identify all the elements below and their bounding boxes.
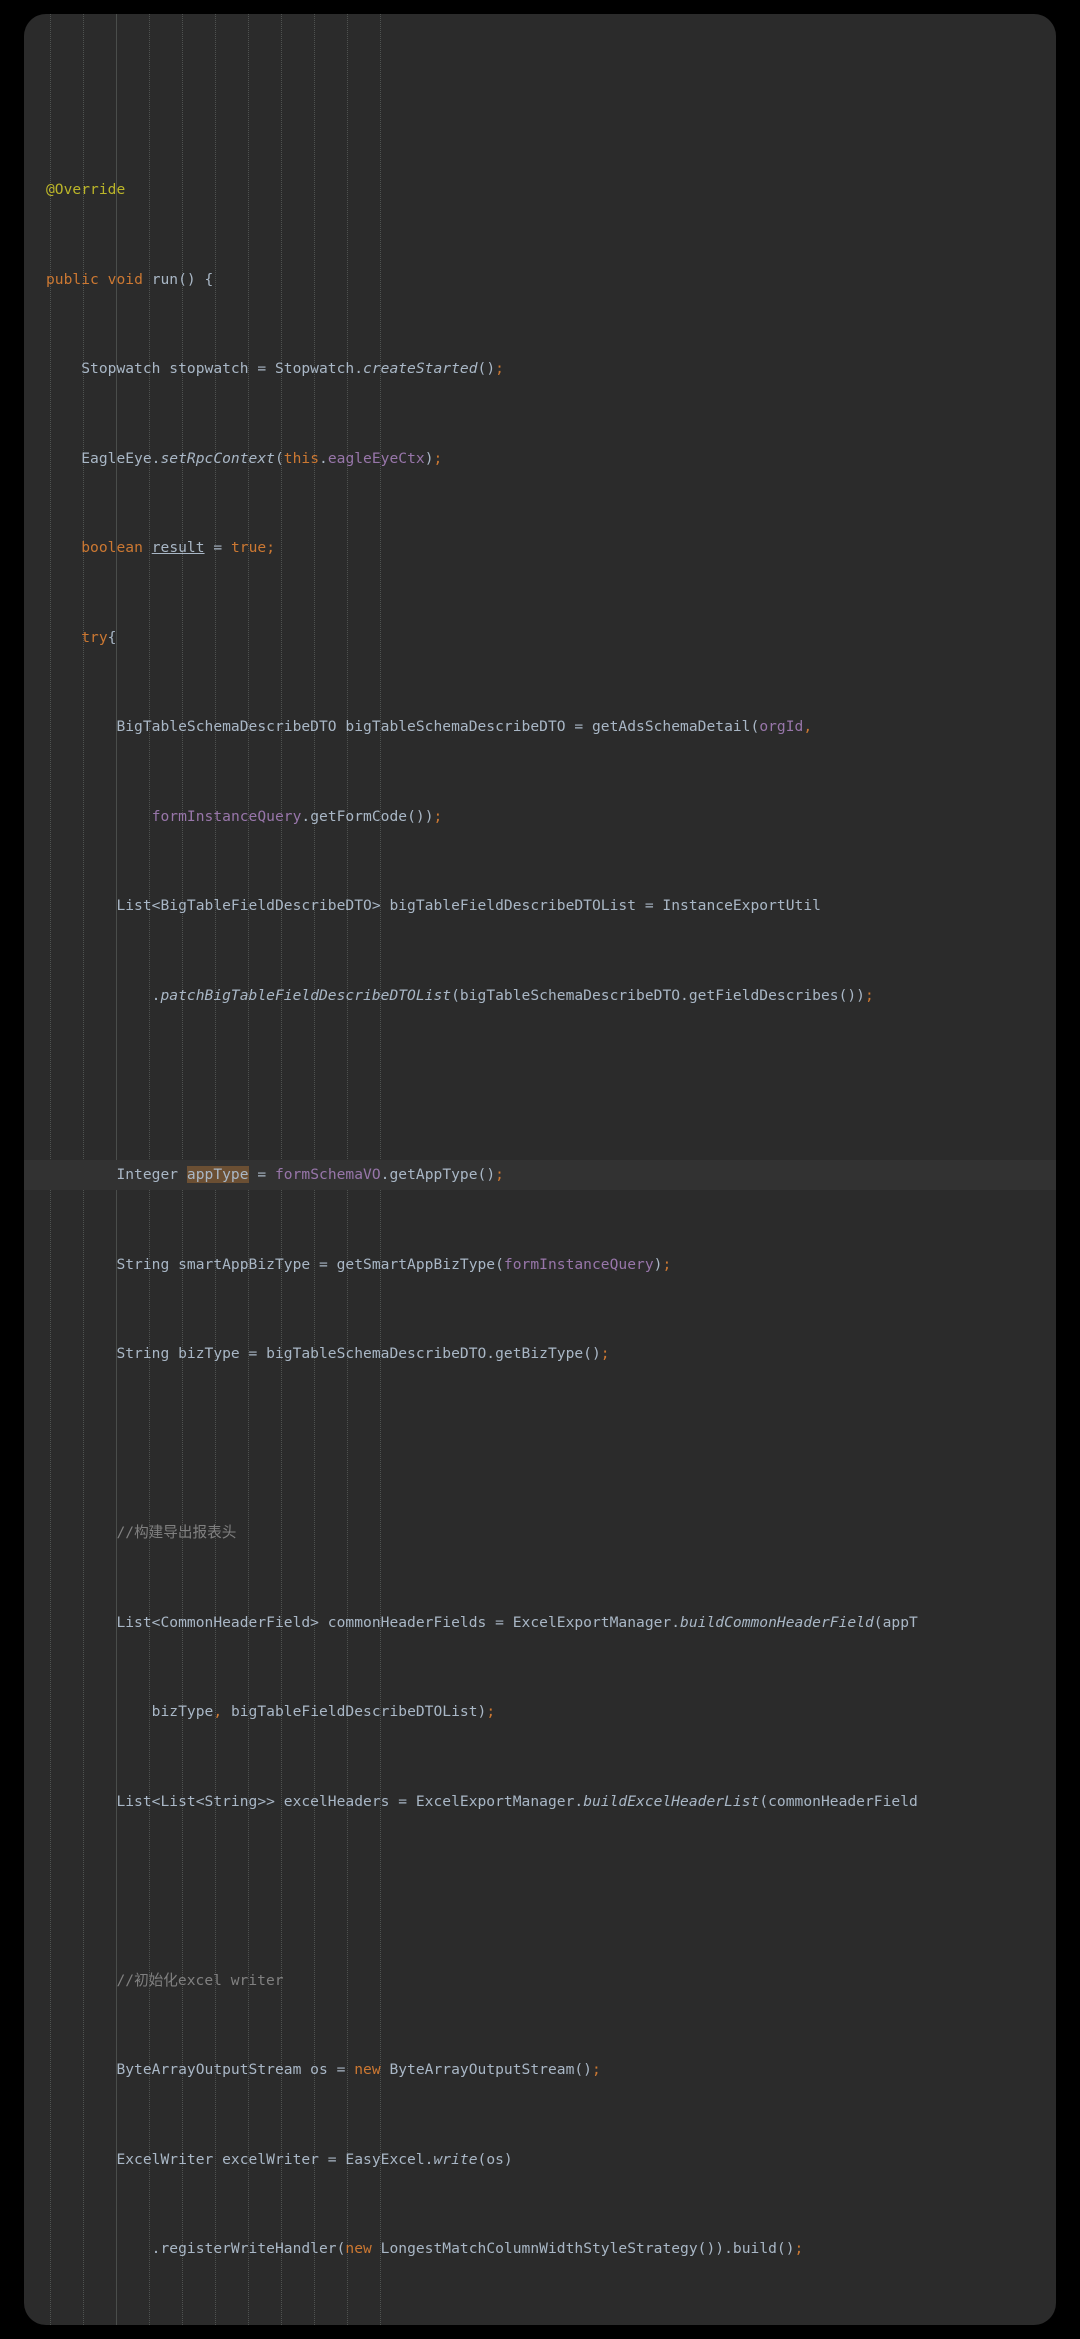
code-line: ExcelWriter excelWriter = EasyExcel.writ…: [46, 2150, 513, 2168]
code-line-current: Integer appType = formSchemaVO.getAppTyp…: [24, 1160, 1056, 1190]
code-line: String smartAppBizType = getSmartAppBizT…: [46, 1255, 672, 1273]
code-line: BigTableSchemaDescribeDTO bigTableSchema…: [46, 718, 813, 736]
code-line: bizType, bigTableFieldDescribeDTOList);: [46, 1703, 496, 1721]
code-line: List<BigTableFieldDescribeDTO> bigTableF…: [46, 897, 821, 915]
code-line: List<List<String>> excelHeaders = ExcelE…: [46, 1792, 918, 1810]
code-content[interactable]: @Override public void run() { Stopwatch …: [24, 14, 1056, 2325]
code-line: .registerWriteHandler(new LongestMatchCo…: [46, 2240, 804, 2258]
code-line: //初始化excel writer: [116, 1971, 284, 1989]
code-line: boolean result = true;: [81, 539, 276, 557]
code-editor-window: @Override public void run() { Stopwatch …: [24, 14, 1056, 2325]
code-line: WriteSheet writeSheet = EasyExcel.writer…: [24, 2324, 1056, 2325]
code-line: formInstanceQuery.getFormCode());: [151, 807, 443, 825]
code-line: String bizType = bigTableSchemaDescribeD…: [46, 1345, 610, 1363]
code-line: @Override: [46, 181, 126, 199]
code-line: ByteArrayOutputStream os = new ByteArray…: [46, 2061, 601, 2079]
code-line: try{: [81, 628, 117, 646]
code-line: Stopwatch stopwatch = Stopwatch.createSt…: [46, 360, 504, 378]
code-line: //构建导出报表头: [116, 1524, 237, 1542]
code-line: public void run() {: [46, 270, 214, 288]
code-line: EagleEye.setRpcContext(this.eagleEyeCtx)…: [46, 449, 443, 467]
code-line: List<CommonHeaderField> commonHeaderFiel…: [46, 1613, 918, 1631]
code-line: .patchBigTableFieldDescribeDTOList(bigTa…: [46, 987, 874, 1004]
